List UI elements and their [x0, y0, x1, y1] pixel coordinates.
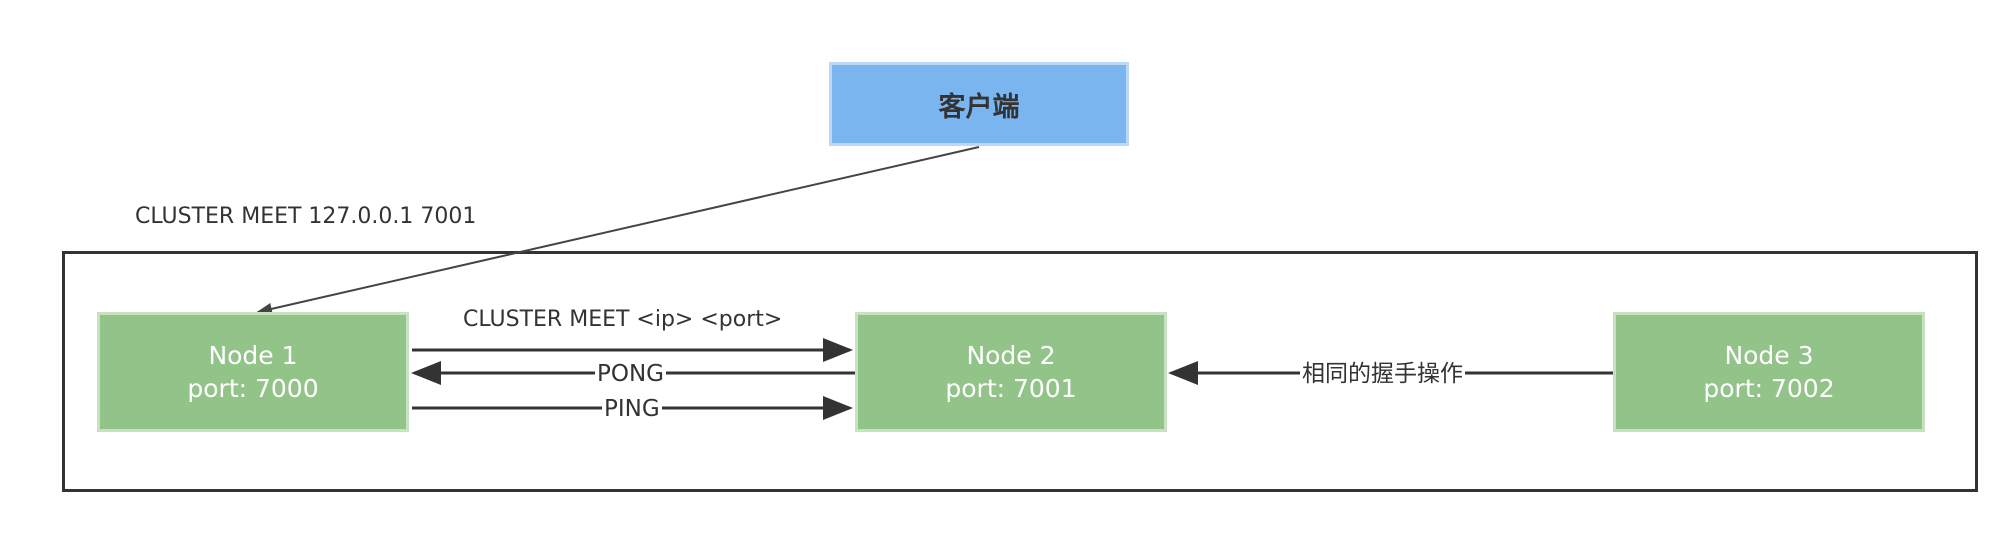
node-3-name: Node 3	[1724, 341, 1814, 370]
node-2-box: Node 2 port: 7001	[855, 312, 1167, 432]
node-2-port: port: 7001	[945, 374, 1077, 403]
meet-edge-label: CLUSTER MEET <ip> <port>	[463, 307, 783, 332]
client-box: 客户端	[829, 62, 1129, 146]
node-3-box: Node 3 port: 7002	[1613, 312, 1925, 432]
client-label: 客户端	[938, 91, 1020, 123]
client-to-node1-arrow	[256, 146, 980, 315]
node-1-box: Node 1 port: 7000	[97, 312, 409, 432]
node-2-name: Node 2	[966, 341, 1056, 370]
node-1-port: port: 7000	[187, 374, 319, 403]
node-3-port: port: 7002	[1703, 374, 1835, 403]
node-1-name: Node 1	[208, 341, 298, 370]
same-handshake-edge-label: 相同的握手操作	[1300, 361, 1465, 387]
pong-edge-label: PONG	[595, 361, 667, 387]
cluster-meet-command-label: CLUSTER MEET 127.0.0.1 7001	[135, 204, 477, 229]
ping-edge-label: PING	[602, 396, 662, 422]
